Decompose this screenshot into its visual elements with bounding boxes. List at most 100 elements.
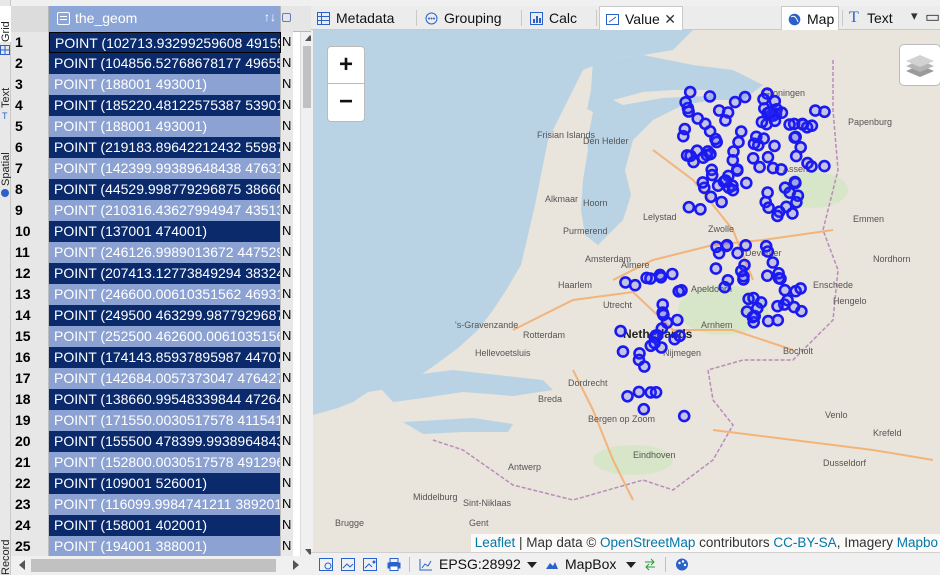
next-cell[interactable]: N (281, 305, 293, 326)
geom-cell[interactable]: POINT (219183.89642212432 559874 (49, 137, 281, 158)
point-marker[interactable] (616, 345, 630, 358)
geom-cell[interactable]: POINT (104856.52768678177 496553 (49, 53, 281, 74)
geom-cell[interactable]: POINT (44529.998779296875 386606 (49, 179, 281, 200)
scroll-right-icon[interactable] (293, 560, 299, 570)
geom-cell[interactable]: POINT (155500 478399.99389648438 (49, 431, 281, 452)
point-marker[interactable] (719, 114, 732, 127)
row-number-header[interactable] (11, 6, 49, 32)
point-marker[interactable] (628, 278, 642, 292)
table-row[interactable]: 15 POINT (252500 462600.00610351562 N (11, 326, 293, 347)
point-marker[interactable] (781, 293, 794, 307)
geom-cell[interactable]: POINT (207413.12773849294 383247 (49, 263, 281, 284)
table-row[interactable]: 17 POINT (142684.0057373047 476427 N (11, 368, 293, 389)
next-cell[interactable]: N (281, 494, 293, 515)
next-cell[interactable]: N (281, 452, 293, 473)
basemap-icon[interactable] (545, 558, 559, 571)
scroll-thumb[interactable] (303, 46, 311, 108)
row-number[interactable]: 8 (11, 179, 49, 200)
point-marker[interactable] (766, 256, 780, 269)
table-row[interactable]: 11 POINT (246126.9989013672 447529 N (11, 242, 293, 263)
zoom-to-layer-icon[interactable] (319, 558, 333, 571)
chevron-down-icon[interactable] (527, 562, 537, 568)
swap-icon[interactable] (643, 558, 657, 571)
point-marker[interactable] (709, 132, 722, 146)
row-number[interactable]: 20 (11, 431, 49, 452)
point-marker[interactable] (683, 85, 697, 99)
next-cell[interactable]: N (281, 53, 293, 74)
next-cell[interactable]: N (281, 116, 293, 137)
image-icon[interactable] (341, 558, 355, 571)
next-cell[interactable]: N (281, 473, 293, 494)
point-marker[interactable] (771, 209, 784, 223)
next-cell[interactable]: N (281, 137, 293, 158)
table-row[interactable]: 2 POINT (104856.52768678177 496553 N (11, 53, 293, 74)
point-marker[interactable] (768, 139, 781, 153)
license-link[interactable]: CC-BY-SA (773, 535, 836, 550)
table-row[interactable]: 25 POINT (194001 388001) N (11, 536, 293, 556)
geom-cell[interactable]: POINT (246126.9989013672 447529 (49, 242, 281, 263)
point-marker[interactable] (726, 183, 740, 197)
scroll-left-icon[interactable] (19, 560, 25, 570)
geom-cell[interactable]: POINT (116099.9984741211 389201 (49, 494, 281, 515)
next-cell[interactable]: N (281, 284, 293, 305)
next-cell[interactable]: N (281, 158, 293, 179)
row-number[interactable]: 11 (11, 242, 49, 263)
point-marker[interactable] (755, 115, 769, 129)
geom-cell[interactable]: POINT (109001 526001) (49, 473, 281, 494)
export-image-icon[interactable] (363, 558, 377, 571)
geom-cell[interactable]: POINT (102713.93299259608 491596 (49, 32, 281, 53)
point-marker[interactable] (739, 239, 753, 252)
close-icon[interactable]: ✕ (664, 7, 676, 31)
point-marker[interactable] (783, 118, 796, 131)
tab-overflow-menu[interactable]: ▾ ▭ (907, 6, 940, 30)
vertical-scrollbar[interactable] (300, 32, 311, 556)
point-marker[interactable] (788, 175, 802, 189)
table-row[interactable]: 3 POINT (188001 493001) N (11, 74, 293, 95)
geom-cell[interactable]: POINT (142399.99389648438 476316 (49, 158, 281, 179)
row-number[interactable]: 2 (11, 53, 49, 74)
next-cell[interactable]: N (281, 200, 293, 221)
point-marker[interactable] (747, 291, 760, 305)
point-marker[interactable] (761, 245, 775, 258)
row-number[interactable]: 6 (11, 137, 49, 158)
point-marker[interactable] (720, 238, 734, 252)
geom-cell[interactable]: POINT (142684.0057373047 476427 (49, 368, 281, 389)
point-marker[interactable] (673, 329, 687, 343)
table-row[interactable]: 9 POINT (210316.43627994947 435139 N (11, 200, 293, 221)
point-marker[interactable] (786, 207, 799, 220)
next-cell[interactable]: N (281, 242, 293, 263)
point-marker[interactable] (637, 360, 651, 373)
side-tab-spatial[interactable]: Spatial (0, 122, 11, 186)
next-cell[interactable]: N (281, 431, 293, 452)
point-marker[interactable] (746, 152, 760, 165)
point-marker[interactable] (632, 385, 646, 399)
point-marker[interactable] (739, 176, 753, 190)
palette-icon[interactable] (675, 558, 689, 571)
point-marker[interactable] (654, 271, 668, 284)
point-marker[interactable] (794, 282, 807, 295)
table-row[interactable]: 19 POINT (171550.0030517578 411541 N (11, 410, 293, 431)
geom-cell[interactable]: POINT (194001 388001) (49, 536, 281, 556)
geom-cell[interactable]: POINT (174143.85937895987 447076 (49, 347, 281, 368)
point-marker[interactable] (665, 267, 679, 281)
point-marker[interactable] (719, 174, 732, 187)
tab-text[interactable]: T Text (845, 6, 907, 30)
point-marker[interactable] (760, 269, 774, 282)
row-number[interactable]: 16 (11, 347, 49, 368)
restore-window-icon[interactable]: ▭ (925, 6, 940, 30)
point-marker[interactable] (709, 262, 723, 275)
point-marker[interactable] (640, 271, 653, 285)
table-row[interactable]: 1 POINT (102713.93299259608 491596 N (11, 32, 293, 53)
table-row[interactable]: 13 POINT (246600.00610351562 469315 N (11, 284, 293, 305)
tab-map[interactable]: Map (781, 6, 839, 30)
point-marker[interactable] (637, 402, 651, 416)
row-number[interactable]: 1 (11, 32, 49, 53)
point-marker[interactable] (677, 409, 691, 423)
table-row[interactable]: 23 POINT (116099.9984741211 389201 N (11, 494, 293, 515)
next-cell[interactable]: N (281, 95, 293, 116)
mapbox-link[interactable]: Mapbo (897, 535, 938, 550)
row-number[interactable]: 24 (11, 515, 49, 536)
chevron-down-icon[interactable] (626, 562, 636, 568)
point-marker[interactable] (775, 106, 789, 119)
point-marker[interactable] (657, 308, 670, 322)
